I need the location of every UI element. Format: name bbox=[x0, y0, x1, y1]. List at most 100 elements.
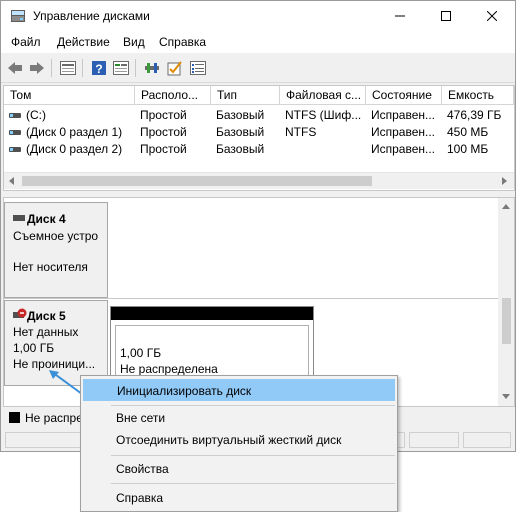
back-arrow-icon bbox=[8, 62, 22, 74]
context-menu: Инициализировать диск Вне сети Отсоедини… bbox=[80, 375, 398, 512]
column-header-status[interactable]: Состояние bbox=[366, 86, 442, 105]
volume-layout: Простой bbox=[140, 142, 187, 156]
volume-icon bbox=[9, 130, 21, 135]
volume-capacity: 476,39 ГБ bbox=[447, 108, 502, 122]
status-cell bbox=[463, 432, 511, 448]
back-button[interactable] bbox=[5, 58, 25, 78]
column-header-volume[interactable]: Том bbox=[4, 86, 135, 105]
volume-filesystem: NTFS bbox=[285, 125, 317, 139]
volume-type: Базовый bbox=[216, 108, 265, 122]
unallocated-bar bbox=[111, 307, 313, 320]
toolbar: ? bbox=[1, 53, 515, 83]
status-cell bbox=[409, 432, 459, 448]
disk-4-label[interactable]: Диск 4 Съемное устро Нет носителя bbox=[4, 202, 108, 298]
unallocated-inner: 1,00 ГБ Не распределена bbox=[115, 325, 309, 381]
horizontal-scrollbar[interactable] bbox=[4, 172, 514, 189]
volume-type: Базовый bbox=[216, 142, 265, 156]
menu-separator bbox=[111, 405, 395, 406]
disk-5-title: Диск 5 bbox=[27, 309, 66, 323]
unknown-disk-icon bbox=[13, 308, 27, 318]
maximize-icon bbox=[441, 11, 451, 21]
column-header-layout[interactable]: Располо... bbox=[135, 86, 211, 105]
properties-icon bbox=[113, 61, 129, 75]
list-view-button[interactable] bbox=[58, 58, 78, 78]
volume-status: Исправен... bbox=[371, 108, 436, 122]
check-button[interactable] bbox=[165, 58, 185, 78]
menu-item-detach-vhd[interactable]: Отсоединить виртуальный жесткий диск bbox=[83, 429, 395, 451]
title-bar[interactable]: Управление дисками bbox=[1, 1, 515, 31]
legend-swatch-unallocated bbox=[9, 412, 20, 423]
menu-item-properties[interactable]: Свойства bbox=[83, 458, 395, 480]
column-header-type[interactable]: Тип bbox=[211, 86, 280, 105]
disk-5-size: 1,00 ГБ bbox=[13, 341, 55, 355]
unallocated-partition[interactable]: 1,00 ГБ Не распределена bbox=[110, 306, 314, 386]
scroll-down-icon[interactable] bbox=[502, 394, 510, 399]
menu-separator bbox=[111, 483, 395, 484]
disk-management-app-icon bbox=[11, 10, 25, 22]
column-header-filesystem[interactable]: Файловая с... bbox=[280, 86, 366, 105]
scroll-right-icon[interactable] bbox=[502, 177, 507, 185]
scroll-thumb[interactable] bbox=[502, 298, 511, 344]
menu-separator bbox=[111, 455, 395, 456]
volume-icon bbox=[9, 147, 21, 152]
removable-disk-icon bbox=[13, 215, 25, 221]
table-row[interactable]: (C:) Простой Базовый NTFS (Шиф... Исправ… bbox=[4, 107, 504, 124]
menu-item-initialize-disk[interactable]: Инициализировать диск bbox=[83, 379, 395, 401]
maximize-button[interactable] bbox=[423, 1, 469, 31]
volume-layout: Простой bbox=[140, 108, 187, 122]
menu-view[interactable]: Вид bbox=[123, 35, 145, 49]
volume-type: Базовый bbox=[216, 125, 265, 139]
table-row[interactable]: (Диск 0 раздел 1) Простой Базовый NTFS И… bbox=[4, 124, 504, 141]
menu-action[interactable]: Действие bbox=[57, 35, 110, 49]
menu-item-help[interactable]: Справка bbox=[83, 487, 395, 509]
toolbar-separator bbox=[51, 59, 52, 77]
disk-4-status: Нет носителя bbox=[13, 260, 88, 274]
properties-button[interactable] bbox=[111, 58, 131, 78]
volume-layout: Простой bbox=[140, 125, 187, 139]
volume-icon bbox=[9, 113, 21, 118]
svg-text:?: ? bbox=[95, 62, 102, 76]
help-button[interactable]: ? bbox=[89, 58, 109, 78]
help-icon: ? bbox=[92, 61, 106, 76]
vertical-scrollbar[interactable] bbox=[498, 198, 514, 406]
close-icon bbox=[487, 11, 497, 21]
partition-size: 1,00 ГБ bbox=[120, 346, 162, 360]
volume-capacity: 450 МБ bbox=[447, 125, 489, 139]
scroll-left-icon[interactable] bbox=[9, 177, 14, 185]
list-view-icon bbox=[60, 61, 76, 75]
scroll-up-icon[interactable] bbox=[502, 204, 510, 209]
toolbar-separator bbox=[82, 59, 83, 77]
close-button[interactable] bbox=[469, 1, 515, 31]
forward-arrow-icon bbox=[30, 62, 44, 74]
volume-filesystem: NTFS (Шиф... bbox=[285, 108, 362, 122]
minimize-button[interactable] bbox=[377, 1, 423, 31]
volume-name: (Диск 0 раздел 1) bbox=[26, 125, 123, 139]
window-title: Управление дисками bbox=[33, 9, 150, 23]
table-row[interactable]: (Диск 0 раздел 2) Простой Базовый Исправ… bbox=[4, 141, 504, 158]
volume-name: (Диск 0 раздел 2) bbox=[26, 142, 123, 156]
connect-button[interactable] bbox=[142, 58, 162, 78]
menu-item-offline[interactable]: Вне сети bbox=[83, 407, 395, 429]
volume-list: Том Располо... Тип Файловая с... Состоян… bbox=[3, 85, 515, 191]
list-icon bbox=[190, 61, 206, 75]
disk-divider bbox=[4, 298, 498, 299]
check-icon bbox=[167, 61, 182, 76]
volume-name: (C:) bbox=[26, 108, 46, 122]
list-button[interactable] bbox=[188, 58, 208, 78]
menu-file[interactable]: Файл bbox=[11, 35, 41, 49]
menu-help[interactable]: Справка bbox=[159, 35, 206, 49]
menu-bar: Файл Действие Вид Справка bbox=[1, 31, 515, 53]
volume-status: Исправен... bbox=[371, 142, 436, 156]
forward-button[interactable] bbox=[27, 58, 47, 78]
scroll-thumb[interactable] bbox=[22, 176, 372, 186]
column-header-capacity[interactable]: Емкость bbox=[442, 86, 514, 105]
disk-5-line-1: Нет данных bbox=[13, 325, 79, 339]
minimize-icon bbox=[395, 15, 405, 17]
volume-capacity: 100 МБ bbox=[447, 142, 489, 156]
disk-4-type: Съемное устро bbox=[13, 229, 99, 243]
legend-label: Не распре bbox=[25, 411, 83, 425]
partition-status: Не распределена bbox=[120, 362, 218, 376]
disk-4-title: Диск 4 bbox=[27, 212, 66, 226]
toolbar-separator bbox=[135, 59, 136, 77]
connect-icon bbox=[145, 63, 159, 73]
